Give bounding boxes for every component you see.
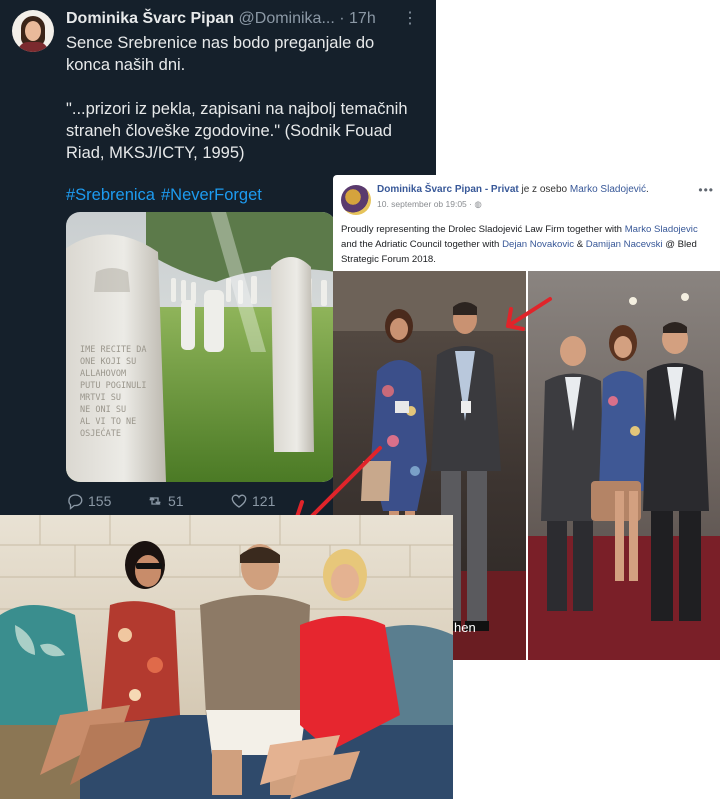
fb-text-part: & xyxy=(574,239,586,250)
svg-text:IME RECITE DA: IME RECITE DA xyxy=(80,345,147,355)
fb-mention-link[interactable]: Dejan Novakovic xyxy=(502,239,574,250)
like-icon xyxy=(231,494,247,508)
fb-author-name[interactable]: Dominika Švarc Pipan - Privat xyxy=(377,184,519,195)
svg-text:ALLAHOVOM: ALLAHOVOM xyxy=(80,369,126,379)
retweet-icon xyxy=(149,497,161,505)
fb-author-avatar[interactable] xyxy=(341,185,371,215)
more-icon[interactable]: ••• xyxy=(698,183,714,197)
fb-tagged-person[interactable]: Marko Sladojević xyxy=(570,184,646,195)
svg-text:ONE KOJI SU: ONE KOJI SU xyxy=(80,357,136,367)
fb-post-text: Proudly representing the Drolec Sladojev… xyxy=(341,222,715,267)
author-handle[interactable]: @Dominika... xyxy=(239,10,335,27)
fb-mention-link[interactable]: Marko Sladojevic xyxy=(625,224,698,235)
retweet-button[interactable]: 51 xyxy=(146,492,184,510)
hashtag-link[interactable]: #Srebrenica xyxy=(66,186,155,204)
fb-cut-off-label: hen xyxy=(454,620,476,635)
reply-button[interactable]: 155 xyxy=(66,492,111,510)
globe-icon: ◍ xyxy=(474,199,482,209)
tweet-time[interactable]: 17h xyxy=(349,10,376,27)
terrace-group-photo[interactable] xyxy=(0,515,453,799)
separator-dot: · xyxy=(339,10,345,27)
fb-date-text: 10. september ob 19:05 · xyxy=(377,199,472,209)
svg-text:AL VI TO NE: AL VI TO NE xyxy=(80,417,136,427)
fb-with-text: je z osebo xyxy=(521,184,568,195)
fb-post-header: Dominika Švarc Pipan - Privat je z osebo… xyxy=(377,184,649,195)
like-count: 121 xyxy=(252,493,276,509)
retweet-count: 51 xyxy=(168,493,184,509)
like-button[interactable]: 121 xyxy=(230,492,275,510)
hashtags: #Srebrenica #NeverForget xyxy=(66,186,268,205)
author-avatar[interactable] xyxy=(12,10,54,52)
fb-text-part: and the Adriatic Council together with xyxy=(341,239,503,250)
tweet-text: Sence Srebrenice nas bodo preganjale do … xyxy=(66,32,416,186)
hashtag-link[interactable]: #NeverForget xyxy=(161,186,262,204)
more-icon[interactable]: ⋮ xyxy=(402,8,418,28)
svg-text:OSJEĆATE: OSJEĆATE xyxy=(80,427,121,439)
fb-post-date[interactable]: 10. september ob 19:05 · ◍ xyxy=(377,199,482,210)
reply-icon xyxy=(68,494,83,510)
author-name[interactable]: Dominika Švarc Pipan xyxy=(66,10,234,27)
svg-text:PUTU POGINULI: PUTU POGINULI xyxy=(80,381,147,391)
tweet-paragraph: "...prizori iz pekla, zapisani na najbol… xyxy=(66,100,408,162)
fb-text-part: Proudly representing the Drolec Sladojev… xyxy=(341,224,625,235)
tweet-header: Dominika Švarc Pipan @Dominika... · 17h xyxy=(66,10,426,30)
svg-text:NE ONI SU: NE ONI SU xyxy=(80,405,126,415)
fb-mention-link[interactable]: Damijan Nacevski xyxy=(586,239,663,250)
tweet-paragraph: Sence Srebrenice nas bodo preganjale do … xyxy=(66,34,375,74)
reply-count: 155 xyxy=(88,493,112,509)
svg-text:MRTVI SU: MRTVI SU xyxy=(80,393,121,403)
